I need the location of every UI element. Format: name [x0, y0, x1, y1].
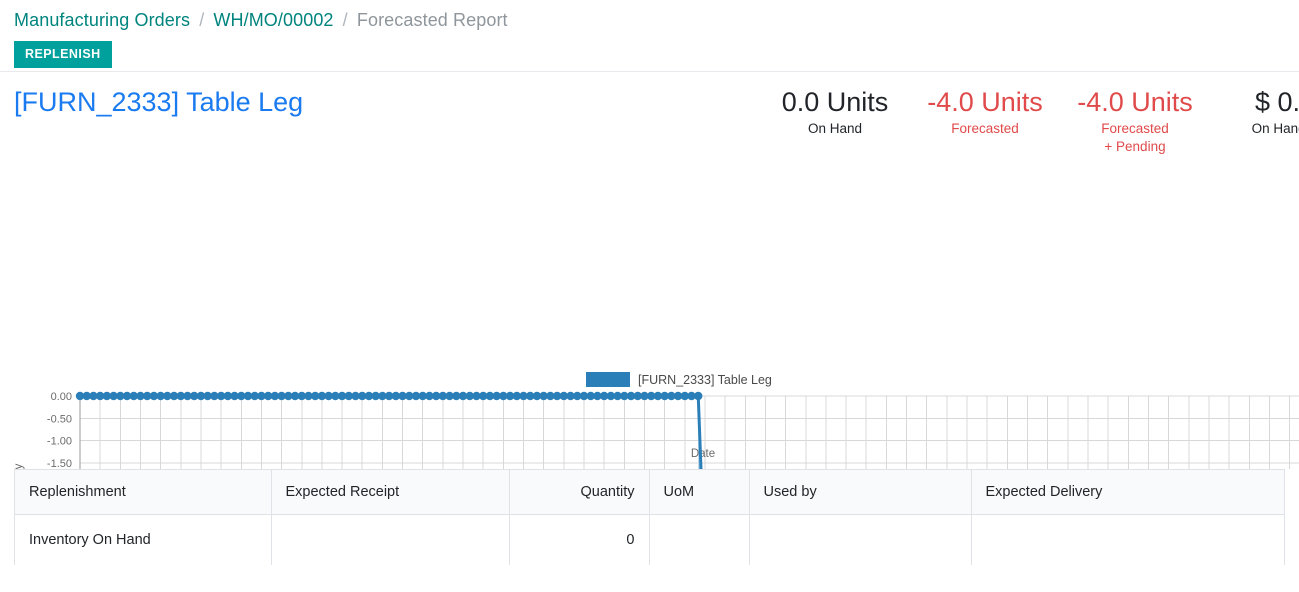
breadcrumb-item-order[interactable]: WH/MO/00002 [213, 10, 333, 30]
replenishment-table-wrap: Replenishment Expected Receipt Quantity … [14, 469, 1285, 565]
cell-quantity: 0 [509, 514, 650, 565]
column-header-quantity[interactable]: Quantity [509, 470, 650, 515]
cell-replenishment: Inventory On Hand [15, 514, 272, 565]
kpi-forecasted-pending-value: -4.0 Units [1077, 87, 1193, 117]
kpi-on-hand-value-money: $ 0.0 On Hand V [1210, 84, 1299, 138]
svg-text:Quantity: Quantity [13, 463, 25, 469]
kpi-forecasted-pending: -4.0 Units Forecasted + Pending [1060, 84, 1210, 156]
forecast-chart-svg[interactable]: 0.00-0.50-1.00-1.50-2.00-2.50-3.00-3.50-… [0, 172, 1299, 469]
table-header-row: Replenishment Expected Receipt Quantity … [15, 470, 1284, 515]
product-title-link[interactable]: [FURN_2333] Table Leg [14, 86, 303, 118]
table-header: Replenishment Expected Receipt Quantity … [15, 470, 1284, 515]
legend-swatch-icon [586, 372, 630, 387]
breadcrumb-separator: / [342, 10, 348, 30]
kpi-forecasted-label: Forecasted [951, 121, 1019, 136]
svg-text:Date: Date [691, 448, 715, 460]
cell-used-by [749, 514, 972, 565]
column-header-used-by[interactable]: Used by [749, 470, 972, 515]
table-body: Inventory On Hand 0 [15, 514, 1284, 566]
chart-legend[interactable]: [FURN_2333] Table Leg [586, 372, 772, 387]
breadcrumb: Manufacturing Orders / WH/MO/00002 / For… [14, 8, 1285, 32]
table-row[interactable]: Inventory On Hand 0 [15, 514, 1284, 566]
kpi-on-hand-label: On Hand [807, 121, 863, 136]
svg-text:-0.50: -0.50 [47, 413, 72, 425]
replenish-button[interactable]: REPLENISH [14, 41, 112, 68]
kpi-forecasted: -4.0 Units Forecasted [910, 84, 1060, 138]
cell-expected-delivery [971, 515, 1284, 566]
svg-text:-1.50: -1.50 [47, 458, 72, 469]
breadcrumb-item-current: Forecasted Report [356, 10, 508, 30]
kpi-on-hand: 0.0 Units On Hand [760, 84, 910, 138]
kpi-on-hand-money-value: $ 0.0 [1254, 87, 1299, 117]
cell-expected-receipt [271, 514, 510, 565]
report-header: [FURN_2333] Table Leg 0.0 Units On Hand … [0, 72, 1299, 172]
kpi-row: 0.0 Units On Hand -4.0 Units Forecasted … [760, 84, 1299, 156]
kpi-on-hand-value: 0.0 Units [781, 87, 889, 117]
breadcrumb-item-manufacturing-orders[interactable]: Manufacturing Orders [14, 10, 190, 30]
kpi-on-hand-money-label: On Hand V [1251, 121, 1299, 136]
column-header-uom[interactable]: UoM [649, 470, 750, 515]
breadcrumb-separator: / [199, 10, 205, 30]
legend-label: [FURN_2333] Table Leg [638, 372, 772, 387]
replenishment-table: Replenishment Expected Receipt Quantity … [15, 470, 1284, 566]
column-header-expected-receipt[interactable]: Expected Receipt [271, 470, 510, 515]
cell-uom [649, 514, 750, 565]
svg-text:-1.00: -1.00 [47, 436, 72, 448]
column-header-replenishment[interactable]: Replenishment [15, 470, 272, 515]
kpi-forecasted-pending-label: Forecasted + Pending [1101, 121, 1169, 154]
column-header-expected-delivery[interactable]: Expected Delivery [971, 470, 1284, 515]
forecast-chart[interactable]: 0.00-0.50-1.00-1.50-2.00-2.50-3.00-3.50-… [0, 172, 1299, 469]
control-panel: Manufacturing Orders / WH/MO/00002 / For… [0, 0, 1299, 72]
kpi-forecasted-value: -4.0 Units [927, 87, 1043, 117]
svg-text:0.00: 0.00 [51, 391, 72, 403]
